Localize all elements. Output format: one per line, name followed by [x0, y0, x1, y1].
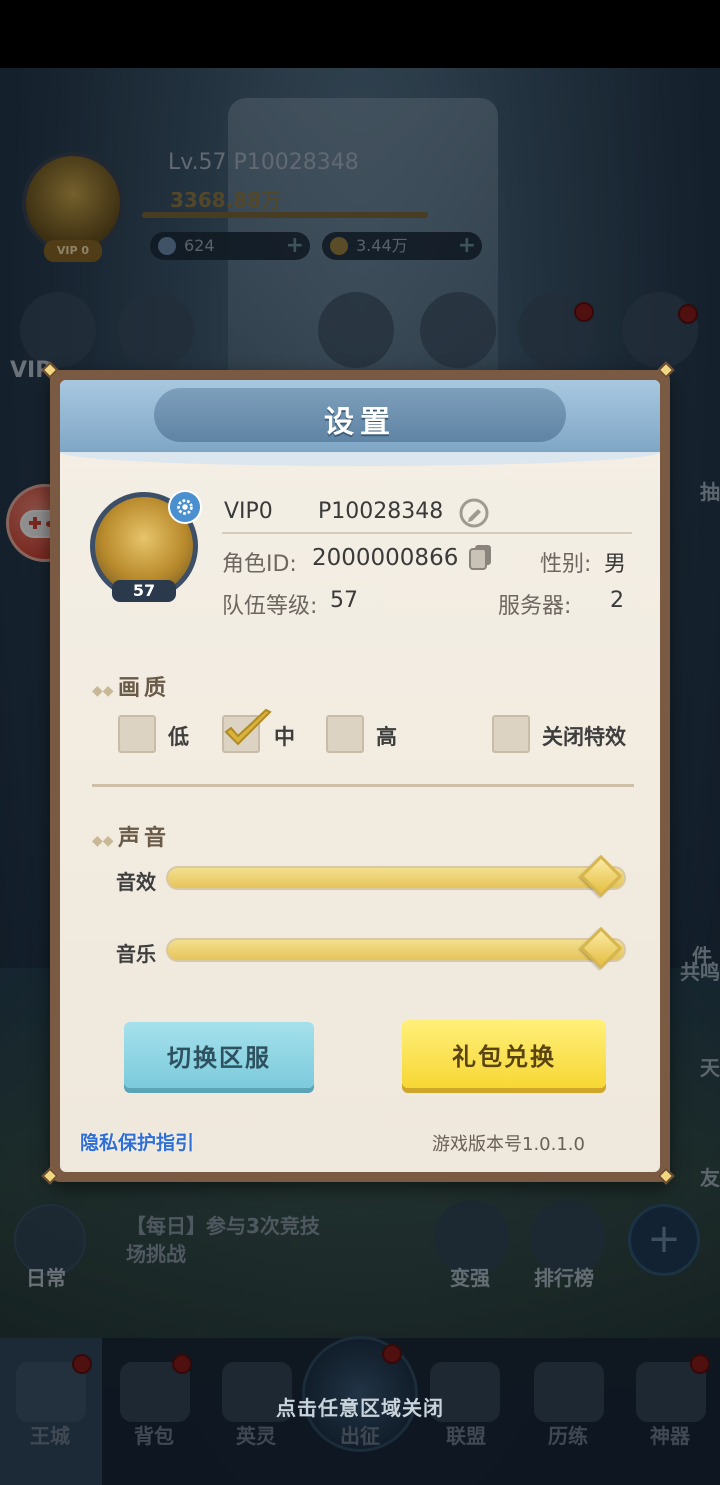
- copy-icon[interactable]: [466, 541, 496, 571]
- dialog-title: 设置: [324, 405, 396, 440]
- gift-redeem-button[interactable]: 礼包兑换: [402, 1020, 606, 1088]
- team-level-label: 队伍等级:: [222, 594, 318, 619]
- role-id-value: 2000000866: [312, 545, 459, 571]
- quality-heading-text: 画质: [118, 676, 171, 701]
- quality-heading: ◆◆ 画质: [92, 670, 170, 702]
- sfx-slider-track[interactable]: [166, 866, 626, 890]
- gender-label: 性别:: [540, 552, 592, 577]
- music-slider-track[interactable]: [166, 938, 626, 962]
- avatar-settings-button[interactable]: [168, 490, 202, 524]
- player-id: P10028348: [318, 499, 444, 524]
- role-id-label: 角色ID:: [222, 552, 297, 577]
- dialog-header: 设置: [60, 380, 660, 466]
- privacy-guide-link[interactable]: 隐私保护指引: [80, 1128, 194, 1155]
- status-bar: [0, 0, 720, 68]
- sfx-label: 音效: [116, 870, 156, 894]
- quality-medium-label[interactable]: 中: [274, 721, 295, 751]
- quality-low-label[interactable]: 低: [168, 721, 189, 751]
- diamond-bullet-icon: ◆◆: [92, 833, 114, 849]
- quality-low-checkbox[interactable]: [118, 715, 156, 753]
- disable-effects-checkbox[interactable]: [492, 715, 530, 753]
- switch-server-button[interactable]: 切换区服: [124, 1022, 314, 1088]
- vip-level: VIP0: [224, 499, 273, 524]
- profile-divider: [222, 532, 632, 534]
- checkmark-icon: [224, 708, 272, 746]
- team-level-value: 57: [330, 588, 358, 613]
- game-version: 游戏版本号1.0.1.0: [432, 1134, 585, 1155]
- diamond-bullet-icon: ◆◆: [92, 683, 114, 699]
- quality-high-label[interactable]: 高: [376, 721, 397, 751]
- gender-value: 男: [604, 552, 627, 577]
- tap-anywhere-to-close-hint: 点击任意区域关闭: [276, 1396, 444, 1420]
- server-value: 2: [610, 588, 624, 613]
- music-label: 音乐: [116, 942, 156, 966]
- quality-high-checkbox[interactable]: [326, 715, 364, 753]
- gear-icon: [177, 499, 193, 515]
- disable-effects-label[interactable]: 关闭特效: [542, 721, 626, 751]
- avatar-level-badge: 57: [112, 580, 176, 602]
- section-divider: [92, 784, 634, 787]
- sound-heading: ◆◆ 声音: [92, 820, 170, 852]
- edit-name-icon[interactable]: [458, 497, 490, 529]
- sound-heading-text: 声音: [118, 826, 171, 851]
- server-label: 服务器:: [498, 594, 572, 619]
